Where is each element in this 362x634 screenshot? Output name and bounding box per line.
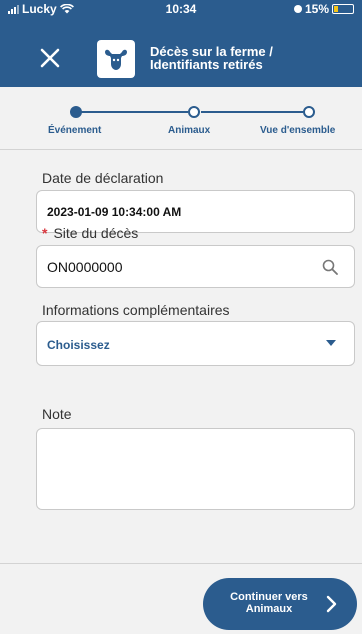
continue-button[interactable]: Continuer vers Animaux bbox=[203, 578, 357, 630]
step-connector bbox=[80, 111, 188, 113]
continue-button-label: Continuer vers Animaux bbox=[230, 591, 308, 615]
app-logo bbox=[97, 40, 135, 78]
cow-icon bbox=[105, 49, 127, 70]
death-site-label-text: Site du décès bbox=[53, 225, 139, 241]
moon-icon bbox=[293, 5, 302, 13]
note-label: Note bbox=[42, 406, 72, 422]
declaration-date-label: Date de déclaration bbox=[42, 170, 164, 186]
additional-info-value: Choisissez bbox=[47, 338, 110, 352]
stepper-divider bbox=[0, 149, 362, 150]
step-label-animals[interactable]: Animaux bbox=[168, 125, 210, 136]
status-right: 15% bbox=[293, 2, 354, 16]
search-icon[interactable] bbox=[322, 259, 338, 275]
death-site-input[interactable]: ON0000000 bbox=[36, 245, 355, 288]
required-indicator: * bbox=[42, 225, 48, 241]
additional-info-select[interactable]: Choisissez bbox=[36, 321, 355, 366]
step-label-event[interactable]: Événement bbox=[48, 125, 101, 136]
page-title: Décès sur la ferme / Identifiants retiré… bbox=[150, 44, 273, 72]
app-header: Lucky 10:34 15% Décès sur la ferme / Ide… bbox=[0, 0, 362, 87]
chevron-right-icon bbox=[326, 595, 337, 613]
note-textarea[interactable] bbox=[36, 428, 355, 510]
footer-divider bbox=[0, 563, 362, 564]
step-connector bbox=[201, 111, 303, 113]
step-dot-overview[interactable] bbox=[303, 106, 315, 118]
battery-percent: 15% bbox=[304, 2, 329, 16]
step-dot-event[interactable] bbox=[70, 106, 82, 118]
declaration-date-value: 2023-01-09 10:34:00 AM bbox=[47, 205, 182, 219]
additional-info-label: Informations complémentaires bbox=[42, 302, 230, 318]
step-dot-animals[interactable] bbox=[188, 106, 200, 118]
close-button[interactable] bbox=[38, 46, 62, 70]
battery-icon bbox=[332, 4, 354, 14]
progress-stepper bbox=[0, 87, 362, 149]
status-bar: Lucky 10:34 15% bbox=[0, 0, 362, 20]
death-site-value: ON0000000 bbox=[47, 259, 123, 275]
close-icon bbox=[40, 48, 60, 68]
death-site-label: * Site du décès bbox=[42, 225, 138, 241]
caret-down-icon bbox=[326, 340, 336, 346]
step-label-overview[interactable]: Vue d'ensemble bbox=[260, 125, 335, 136]
